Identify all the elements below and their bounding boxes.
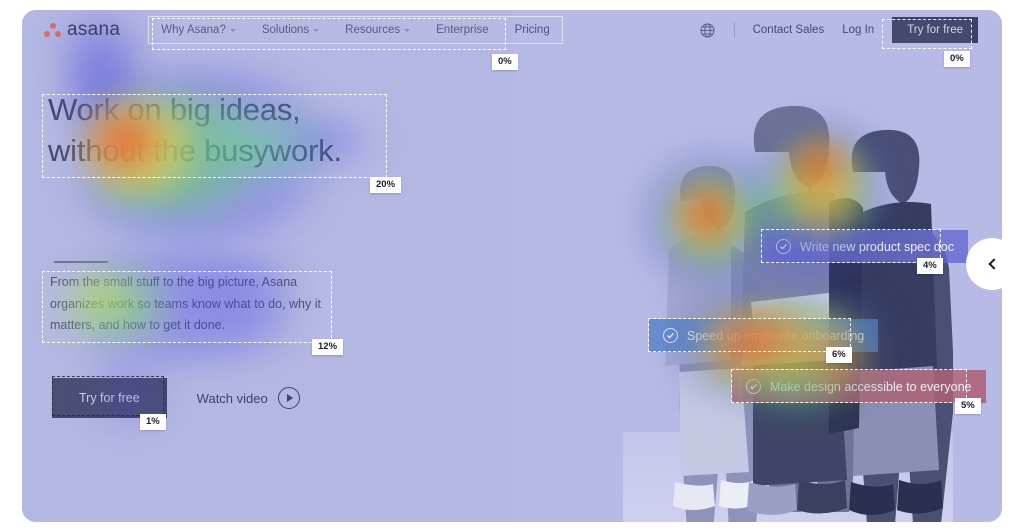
browser-viewport: asana Why Asana? Solutions Resources Ent… (22, 10, 1002, 522)
heat-label-hero-cta: 1% (140, 414, 166, 430)
heat-label-card-design: 5% (955, 398, 981, 414)
selection-box-card-design (731, 369, 967, 403)
heatmap-annotations: 0% 0% 20% 12% 1% 4% 6% 5% (22, 10, 1002, 522)
heat-label-headline: 20% (370, 177, 402, 193)
heat-label-header-cta: 0% (944, 51, 970, 67)
selection-box-hero-cta (52, 376, 164, 416)
selection-box-subheadline (42, 271, 332, 343)
heat-label-subheadline: 12% (312, 339, 344, 355)
selection-box-header-cta (882, 19, 972, 49)
selection-box-nav (152, 18, 506, 50)
heat-label-card-onboard: 6% (826, 347, 852, 363)
selection-box-card-onboard (648, 318, 851, 352)
heat-label-nav: 0% (492, 54, 518, 70)
heat-label-card-spec: 4% (917, 258, 943, 274)
selection-box-card-spec (761, 229, 941, 263)
selection-box-headline (42, 94, 387, 178)
